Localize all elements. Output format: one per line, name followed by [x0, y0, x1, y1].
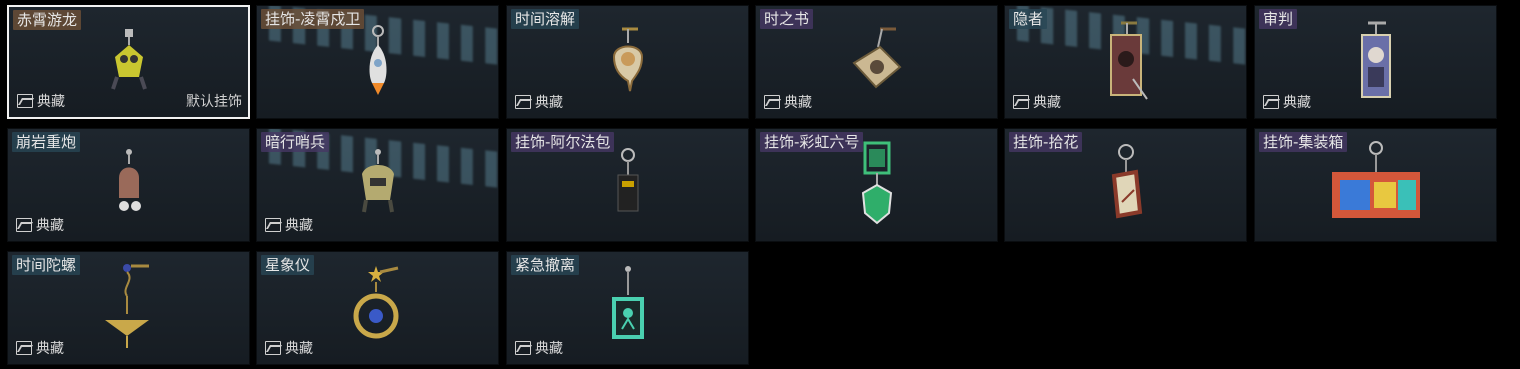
- sentinel-charm-icon: [356, 148, 400, 222]
- collection-label: 典藏: [535, 95, 563, 111]
- rocket-charm-icon: [358, 25, 398, 99]
- judgement-card-charm-icon: [1356, 19, 1396, 105]
- alpha-bag-charm-icon: [610, 147, 646, 223]
- charm-name: 崩岩重炮: [12, 132, 81, 152]
- image-icon: [265, 341, 281, 355]
- collection-badge: 典藏: [16, 215, 64, 235]
- collection-badge: 典藏: [1013, 92, 1061, 112]
- charm-card[interactable]: 崩岩重炮典藏: [7, 128, 250, 242]
- charm-card[interactable]: 挂饰-集装箱: [1254, 128, 1497, 242]
- collection-badge: 典藏: [1263, 92, 1311, 112]
- collection-label: 典藏: [784, 95, 812, 111]
- rainbow-six-charm-icon: [857, 141, 897, 229]
- charm-name: 时间陀螺: [12, 255, 81, 275]
- charm-card[interactable]: 紧急撤离典藏: [506, 251, 749, 365]
- emergency-exit-charm-icon: [608, 265, 648, 351]
- collection-badge: 典藏: [17, 91, 65, 111]
- melting-clock-charm-icon: [608, 25, 648, 99]
- collection-badge: 典藏: [764, 92, 812, 112]
- collection-badge: 典藏: [265, 338, 313, 358]
- charm-card[interactable]: 星象仪典藏: [256, 251, 499, 365]
- charm-name: 赤霄游龙: [13, 10, 82, 30]
- collection-label: 典藏: [1283, 95, 1311, 111]
- collection-badge: 典藏: [265, 215, 313, 235]
- collection-label: 典藏: [535, 341, 563, 357]
- dragon-charm-icon: [107, 27, 151, 97]
- charm-name: 挂饰-拾花: [1009, 132, 1083, 152]
- charm-card[interactable]: 挂饰-凌霄戍卫: [256, 5, 499, 119]
- spinning-top-charm-icon: [101, 262, 157, 354]
- image-icon: [1013, 95, 1029, 109]
- image-icon: [16, 218, 32, 232]
- collection-label: 典藏: [37, 94, 65, 110]
- charm-name: 隐者: [1009, 9, 1048, 29]
- collection-label: 典藏: [36, 218, 64, 234]
- container-charm-icon: [1330, 140, 1422, 230]
- charm-card[interactable]: 审判典藏: [1254, 5, 1497, 119]
- collection-badge: 典藏: [16, 338, 64, 358]
- charm-name: 时之书: [760, 9, 814, 29]
- charm-name: 挂饰-集装箱: [1259, 132, 1348, 152]
- charm-card[interactable]: 时间陀螺典藏: [7, 251, 250, 365]
- collection-badge: 典藏: [515, 92, 563, 112]
- default-charm-label: 默认挂饰: [186, 94, 242, 110]
- image-icon: [515, 95, 531, 109]
- charm-card[interactable]: 挂饰-阿尔法包: [506, 128, 749, 242]
- charm-card[interactable]: 隐者典藏: [1004, 5, 1247, 119]
- collection-label: 典藏: [285, 218, 313, 234]
- charm-name: 挂饰-凌霄戍卫: [261, 9, 365, 29]
- charm-name: 时间溶解: [511, 9, 580, 29]
- collection-label: 典藏: [36, 341, 64, 357]
- collection-label: 典藏: [1033, 95, 1061, 111]
- collection-badge: 典藏: [515, 338, 563, 358]
- charm-name: 审判: [1259, 9, 1298, 29]
- charm-card[interactable]: 赤霄游龙典藏 默认挂饰: [7, 5, 250, 119]
- charm-card[interactable]: 时间溶解典藏: [506, 5, 749, 119]
- charm-name: 暗行哨兵: [261, 132, 330, 152]
- collection-label: 典藏: [285, 341, 313, 357]
- charm-card[interactable]: 暗行哨兵典藏: [256, 128, 499, 242]
- charm-name: 星象仪: [261, 255, 315, 275]
- astrolabe-charm-icon: [352, 264, 404, 352]
- charm-name: 挂饰-阿尔法包: [511, 132, 615, 152]
- image-icon: [515, 341, 531, 355]
- charm-name: 紧急撤离: [511, 255, 580, 275]
- charm-card[interactable]: 挂饰-拾花: [1004, 128, 1247, 242]
- flower-frame-charm-icon: [1106, 142, 1146, 228]
- charm-card[interactable]: 时之书典藏: [755, 5, 998, 119]
- image-icon: [1263, 95, 1279, 109]
- book-charm-icon: [850, 25, 904, 99]
- charm-card[interactable]: 挂饰-彩虹六号: [755, 128, 998, 242]
- image-icon: [764, 95, 780, 109]
- rock-cannon-charm-icon: [109, 148, 149, 222]
- image-icon: [16, 341, 32, 355]
- hermit-card-charm-icon: [1103, 19, 1149, 105]
- image-icon: [17, 94, 33, 108]
- charm-name: 挂饰-彩虹六号: [760, 132, 864, 152]
- charm-grid: 赤霄游龙 典藏 默认挂饰 挂饰-凌霄戍卫 时间溶解 典藏 时之书 典藏 隐者 典藏 审判 典藏 崩岩重炮…: [7, 5, 1502, 367]
- image-icon: [265, 218, 281, 232]
